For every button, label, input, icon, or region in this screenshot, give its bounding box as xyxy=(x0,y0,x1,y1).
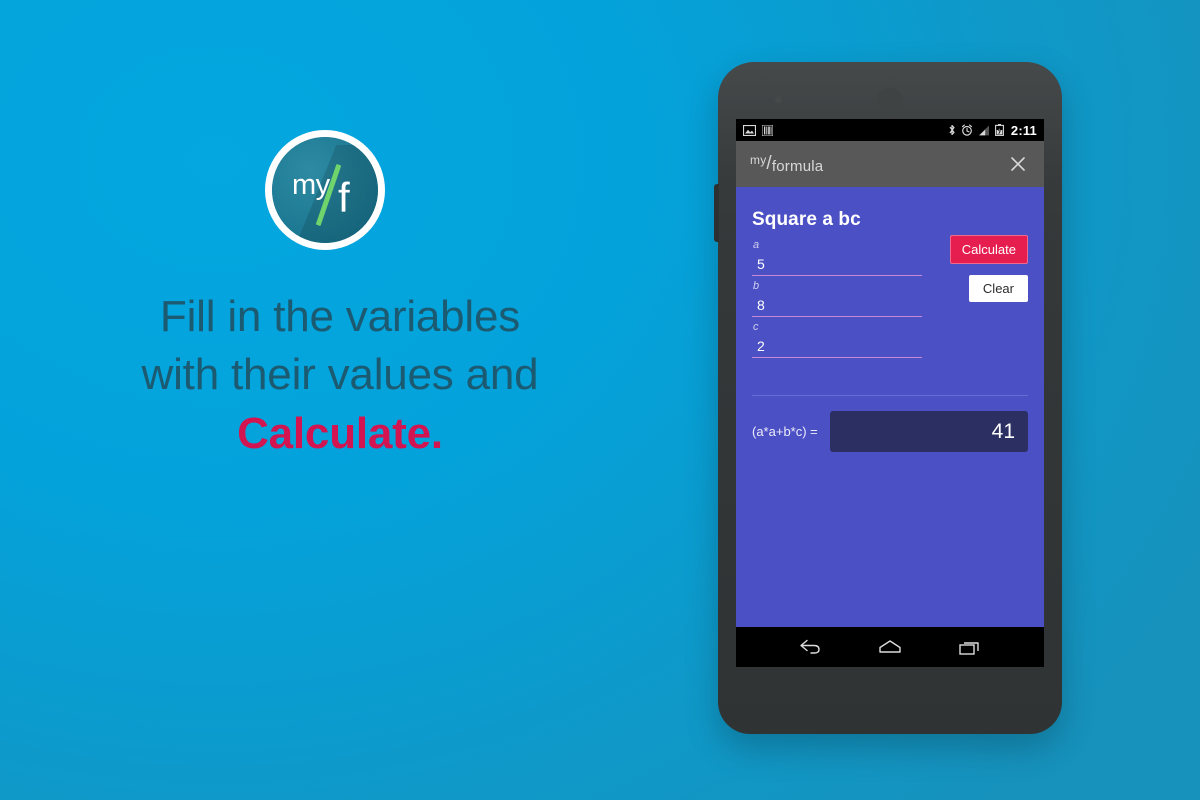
result-row: (a*a+b*c) = 41 xyxy=(752,411,1028,453)
barcode-icon xyxy=(762,124,773,136)
status-bar: 2:11 xyxy=(736,119,1044,141)
headline-line-1: Fill in the variables xyxy=(159,292,521,341)
promo-screenshot: my f Fill in the variables with their va… xyxy=(0,0,1200,800)
logo-ring: my f xyxy=(265,130,385,250)
result-value: 41 xyxy=(829,411,1028,453)
logo-my-text: my xyxy=(292,169,330,201)
variable-fields: a 5 b 8 c 2 xyxy=(752,237,922,358)
android-nav-bar xyxy=(736,627,1044,667)
power-button[interactable] xyxy=(714,184,719,242)
action-buttons: Calculate Clear xyxy=(942,235,1028,302)
promo-panel: my f Fill in the variables with their va… xyxy=(0,0,680,800)
field-b-input[interactable]: 8 xyxy=(752,294,922,317)
field-c: c 2 xyxy=(752,319,922,358)
front-camera xyxy=(775,96,782,103)
headline-accent: Calculate. xyxy=(237,409,443,459)
image-icon xyxy=(743,124,756,136)
nav-back-button[interactable] xyxy=(790,634,830,660)
phone-screen: 2:11 my/formula Square a bc a 5 b 8 c 2 … xyxy=(736,119,1044,667)
calculate-button[interactable]: Calculate xyxy=(949,235,1028,264)
status-bar-right: 2:11 xyxy=(948,123,1037,138)
field-a: a 5 xyxy=(752,237,922,276)
nav-recents-button[interactable] xyxy=(950,634,990,660)
status-clock: 2:11 xyxy=(1010,122,1037,138)
status-bar-left xyxy=(743,124,773,136)
app-content: Square a bc a 5 b 8 c 2 Calculate Clear … xyxy=(736,187,1044,627)
nav-home-button[interactable] xyxy=(870,634,910,660)
app-action-bar: my/formula xyxy=(736,141,1044,187)
result-formula-label: (a*a+b*c) = xyxy=(752,424,818,440)
bluetooth-icon xyxy=(948,124,956,136)
field-c-input[interactable]: 2 xyxy=(752,335,922,358)
home-icon xyxy=(879,640,901,653)
logo-f-text: f xyxy=(338,174,350,221)
phone-mockup: 2:11 my/formula Square a bc a 5 b 8 c 2 … xyxy=(714,62,1062,734)
field-c-label: c xyxy=(753,321,759,333)
app-title-my: my xyxy=(750,153,767,167)
earpiece-speaker xyxy=(877,88,903,114)
field-b: b 8 xyxy=(752,278,922,317)
clear-button[interactable]: Clear xyxy=(968,275,1028,302)
promo-headline: Fill in the variables with their values … xyxy=(0,288,680,463)
close-icon xyxy=(1011,157,1025,171)
field-a-input[interactable]: 5 xyxy=(752,253,922,276)
app-title: my/formula xyxy=(750,153,823,175)
logo-wordmark: my f xyxy=(272,137,378,243)
close-button[interactable] xyxy=(1006,152,1030,176)
signal-icon xyxy=(978,125,990,136)
battery-charging-icon xyxy=(994,124,1004,136)
alarm-icon xyxy=(961,124,973,136)
section-divider xyxy=(752,395,1028,396)
formula-title: Square a bc xyxy=(752,209,861,230)
field-b-label: b xyxy=(753,280,760,292)
headline-line-2: with their values and xyxy=(141,349,539,399)
back-icon xyxy=(800,639,820,654)
field-a-label: a xyxy=(753,239,760,251)
app-logo: my f xyxy=(265,130,385,250)
recents-icon xyxy=(959,641,979,655)
app-title-formula: formula xyxy=(771,158,824,175)
